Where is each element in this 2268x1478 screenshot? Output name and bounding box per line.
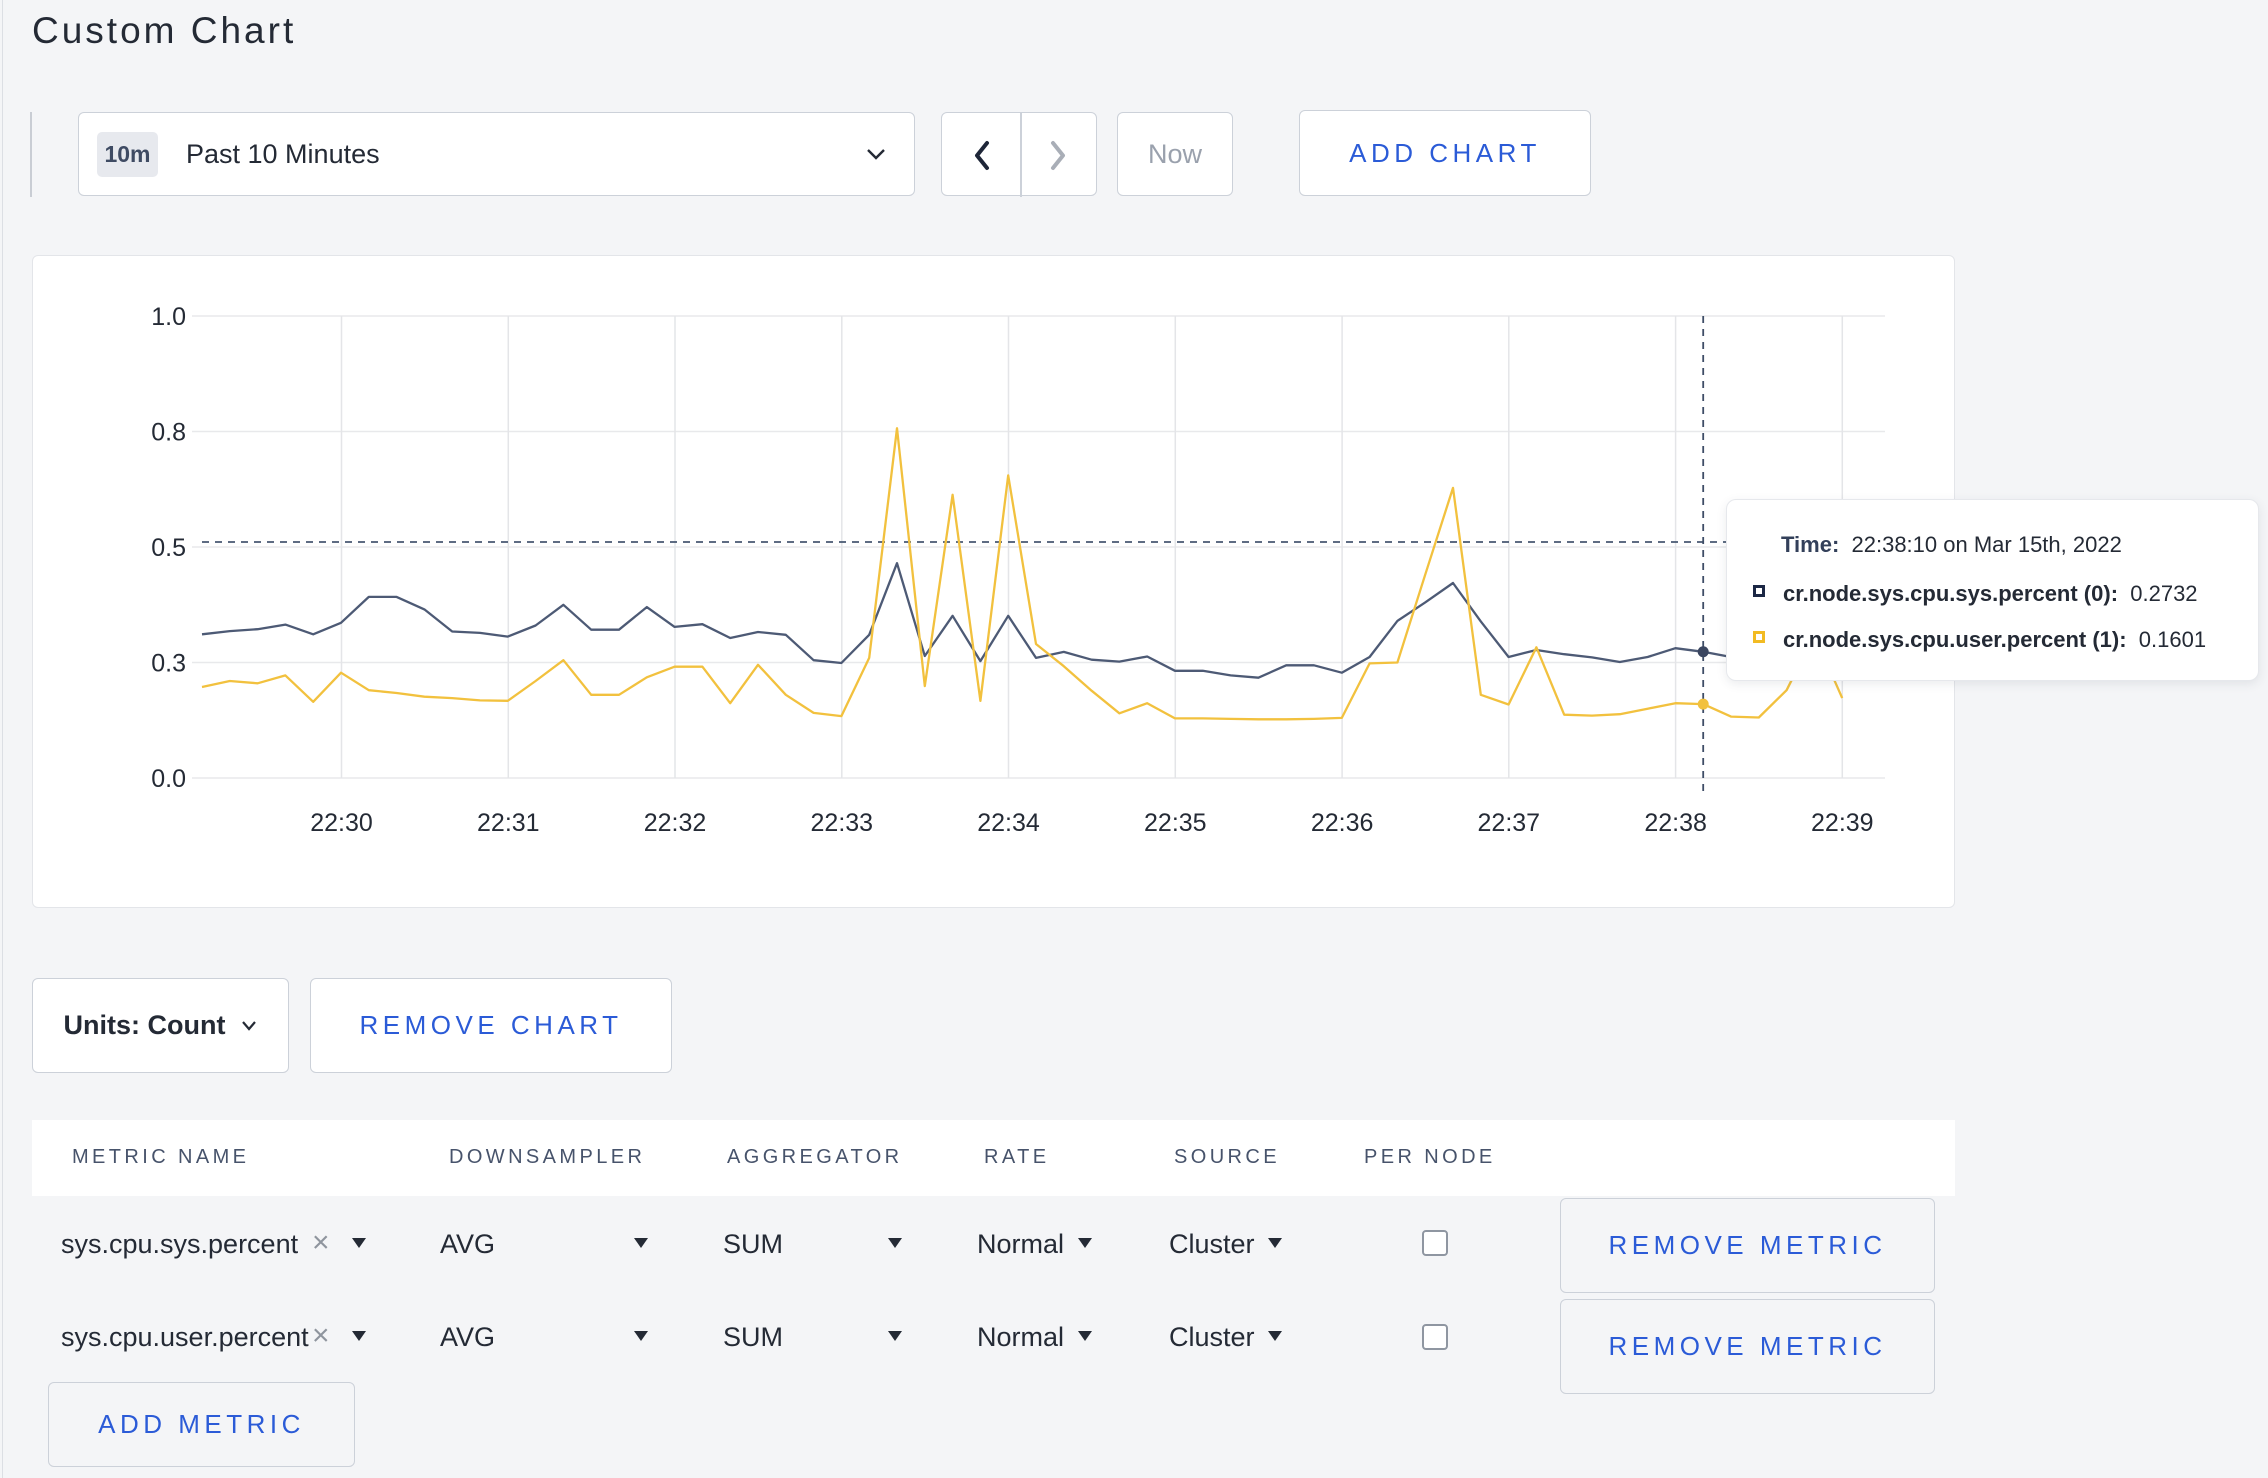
svg-text:22:33: 22:33: [811, 809, 874, 837]
svg-text:22:34: 22:34: [977, 809, 1040, 837]
svg-text:0.3: 0.3: [151, 650, 186, 678]
svg-text:0.5: 0.5: [151, 534, 186, 562]
svg-text:22:37: 22:37: [1478, 809, 1541, 837]
svg-text:22:38: 22:38: [1644, 809, 1707, 837]
svg-text:22:35: 22:35: [1144, 809, 1207, 837]
svg-text:22:32: 22:32: [644, 809, 707, 837]
svg-text:22:36: 22:36: [1311, 809, 1374, 837]
svg-text:22:30: 22:30: [310, 809, 373, 837]
svg-text:1.0: 1.0: [151, 303, 186, 331]
svg-text:0.0: 0.0: [151, 765, 186, 793]
svg-text:0.8: 0.8: [151, 419, 186, 447]
svg-text:22:39: 22:39: [1811, 809, 1874, 837]
svg-text:22:31: 22:31: [477, 809, 540, 837]
